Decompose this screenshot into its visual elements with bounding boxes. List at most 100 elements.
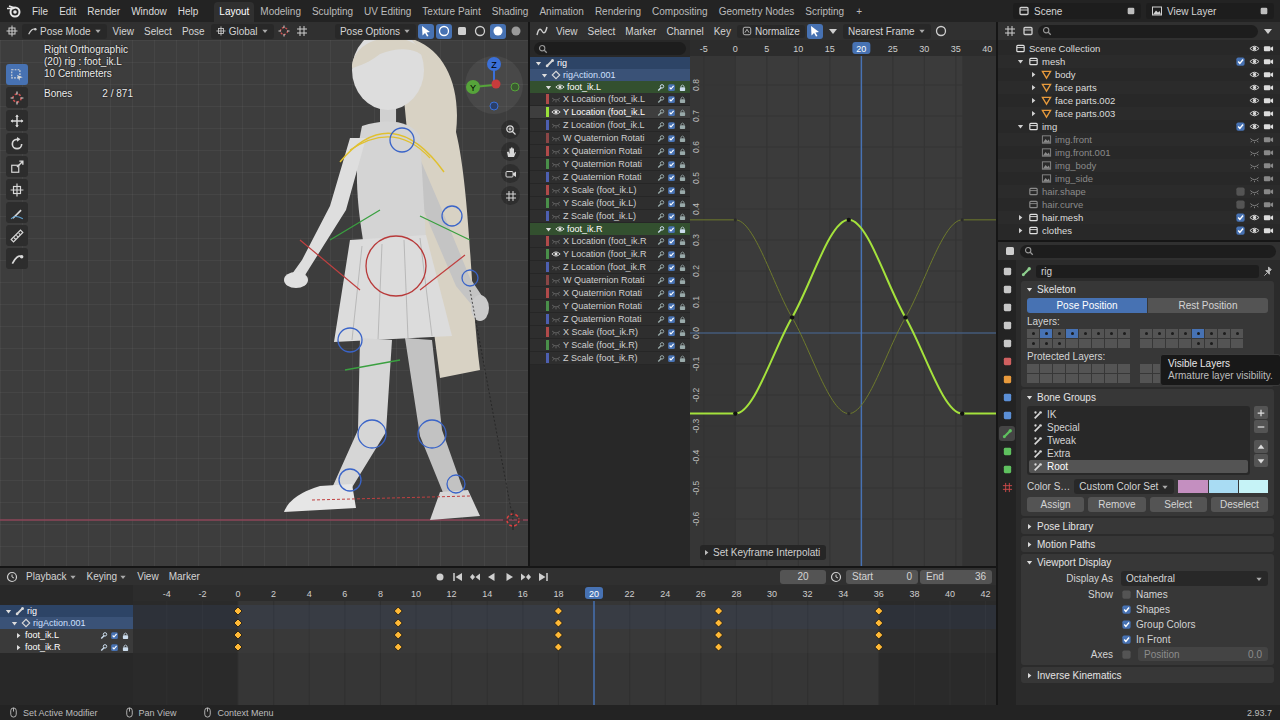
mode-dropdown[interactable]: Pose Mode [22, 24, 107, 39]
workspace-tab[interactable]: Animation [534, 2, 588, 22]
xray-toggle[interactable] [454, 24, 470, 39]
bone-group-button[interactable]: Assign [1027, 497, 1084, 512]
header-menu[interactable]: Marker [621, 25, 660, 38]
layer-button[interactable] [1140, 339, 1152, 348]
channel-row[interactable]: X Scale (foot_ik.R) [530, 326, 690, 339]
channel-row[interactable]: Z Scale (foot_ik.R) [530, 352, 690, 365]
move-down-button[interactable] [1254, 454, 1268, 467]
layer-button[interactable] [1218, 339, 1230, 348]
dopesheet-timeline[interactable]: -4-2024681012141618202224262830323436384… [133, 585, 996, 705]
protected-layer-button[interactable] [1092, 364, 1104, 373]
channel-row[interactable]: foot_ik.L [530, 81, 690, 93]
display-as-dropdown[interactable]: Octahedral [1121, 571, 1268, 586]
layer-button[interactable] [1179, 329, 1191, 338]
overlay-toggle[interactable] [436, 24, 452, 39]
color-swatch[interactable] [1239, 480, 1268, 493]
keyframe-point[interactable] [961, 218, 964, 221]
layer-button[interactable] [1231, 339, 1243, 348]
channel-row[interactable]: Y Scale (foot_ik.L) [530, 197, 690, 210]
snap-dropdown[interactable]: Nearest Frame [843, 24, 931, 39]
bone-group-item[interactable]: Special [1029, 421, 1248, 434]
channel-row[interactable]: X Location (foot_ik.R [530, 235, 690, 248]
layer-button[interactable] [1040, 339, 1052, 348]
workspace-tab[interactable]: Sculpting [307, 2, 358, 22]
armature-name-field[interactable]: rig [1036, 265, 1259, 278]
remove-group-button[interactable] [1254, 420, 1268, 433]
orientation-dropdown[interactable]: Global [211, 24, 274, 39]
outliner-row[interactable]: face parts [998, 81, 1280, 94]
protected-layer-button[interactable] [1053, 364, 1065, 373]
channel-row[interactable]: Y Scale (foot_ik.R) [530, 339, 690, 352]
character-model[interactable] [0, 40, 528, 566]
end-frame-field[interactable]: End36 [920, 570, 992, 584]
protected-layer-button[interactable] [1118, 374, 1130, 383]
keyframe-diamond[interactable] [234, 607, 242, 615]
keyframe-diamond[interactable] [715, 631, 723, 639]
bone-group-item[interactable]: IK [1029, 408, 1248, 421]
layer-button[interactable] [1218, 329, 1230, 338]
channel-row[interactable]: Z Location (foot_ik.L [530, 119, 690, 132]
start-frame-field[interactable]: Start0 [846, 570, 918, 584]
editor-type-button[interactable] [4, 24, 20, 39]
keyframe-diamond[interactable] [234, 631, 242, 639]
keyframe-diamond[interactable] [554, 619, 562, 627]
layer-button[interactable] [1092, 339, 1104, 348]
outliner-row[interactable]: img_body [998, 159, 1280, 172]
keyframe-point[interactable] [960, 411, 964, 415]
outliner-row[interactable]: mesh [998, 55, 1280, 68]
protected-layer-button[interactable] [1040, 374, 1052, 383]
layer-button[interactable] [1140, 329, 1152, 338]
tool-button[interactable] [6, 248, 28, 269]
keyframe-point[interactable] [847, 218, 851, 222]
bone-group-item[interactable]: Extra [1029, 447, 1248, 460]
next-key-button[interactable] [518, 569, 534, 584]
panel-header[interactable]: Skeleton [1021, 281, 1274, 297]
keyframe-diamond[interactable] [715, 643, 723, 651]
panel-header[interactable]: Bone Groups [1021, 389, 1274, 405]
outliner-row[interactable]: hair.mesh [998, 211, 1280, 224]
bone-group-button[interactable]: Deselect [1211, 497, 1268, 512]
keyframe-point[interactable] [903, 315, 907, 319]
filter-button[interactable] [1260, 24, 1276, 39]
play-button[interactable] [501, 569, 517, 584]
tool-button[interactable] [6, 64, 28, 85]
timeline-channel[interactable]: foot_ik.L [0, 629, 133, 641]
current-frame-marker[interactable] [585, 587, 603, 599]
zoom-button[interactable] [501, 120, 520, 139]
workspace-tab[interactable]: Modeling [255, 2, 306, 22]
view-layer-selector[interactable]: View Layer [1146, 3, 1274, 19]
channel-row[interactable]: foot_ik.R [530, 223, 690, 235]
layer-button[interactable] [1105, 329, 1117, 338]
header-menu[interactable]: Marker [165, 570, 204, 583]
keyframe-diamond[interactable] [875, 631, 883, 639]
editor-type-button[interactable] [1002, 244, 1018, 259]
layer-button[interactable] [1153, 329, 1165, 338]
properties-tab[interactable] [999, 264, 1015, 279]
timeline-channel[interactable]: rigAction.001 [0, 617, 133, 629]
channel-row[interactable]: X Quaternion Rotati [530, 287, 690, 300]
fcurve-graph[interactable]: -50510152025303540200.80.70.60.50.40.30.… [690, 40, 996, 566]
panel-header[interactable]: Pose Library [1021, 518, 1274, 534]
layer-button[interactable] [1105, 339, 1117, 348]
editor-type-button[interactable] [1002, 24, 1018, 39]
outliner-row[interactable]: img.front [998, 133, 1280, 146]
protected-layer-button[interactable] [1027, 364, 1039, 373]
menu-item[interactable]: Help [173, 4, 204, 19]
properties-tab[interactable] [999, 300, 1015, 315]
position-button[interactable]: Rest Position [1148, 298, 1268, 313]
properties-tab[interactable] [999, 282, 1015, 297]
protected-layer-button[interactable] [1140, 374, 1152, 383]
protected-layer-button[interactable] [1066, 364, 1078, 373]
channel-row[interactable]: Y Location (foot_ik.L [530, 106, 690, 119]
current-frame-field[interactable]: 20 [780, 570, 826, 584]
bone-group-button[interactable]: Remove [1088, 497, 1145, 512]
axes-checkbox[interactable] [1121, 649, 1132, 660]
add-group-button[interactable] [1254, 406, 1268, 419]
header-menu[interactable]: Keying [83, 570, 132, 583]
keyframe-diamond[interactable] [875, 643, 883, 651]
keyframe-diamond[interactable] [554, 631, 562, 639]
keyframe-diamond[interactable] [554, 607, 562, 615]
protected-layer-button[interactable] [1066, 374, 1078, 383]
channel-row[interactable]: rigAction.001 [530, 69, 690, 81]
header-menu[interactable]: Select [140, 25, 176, 38]
